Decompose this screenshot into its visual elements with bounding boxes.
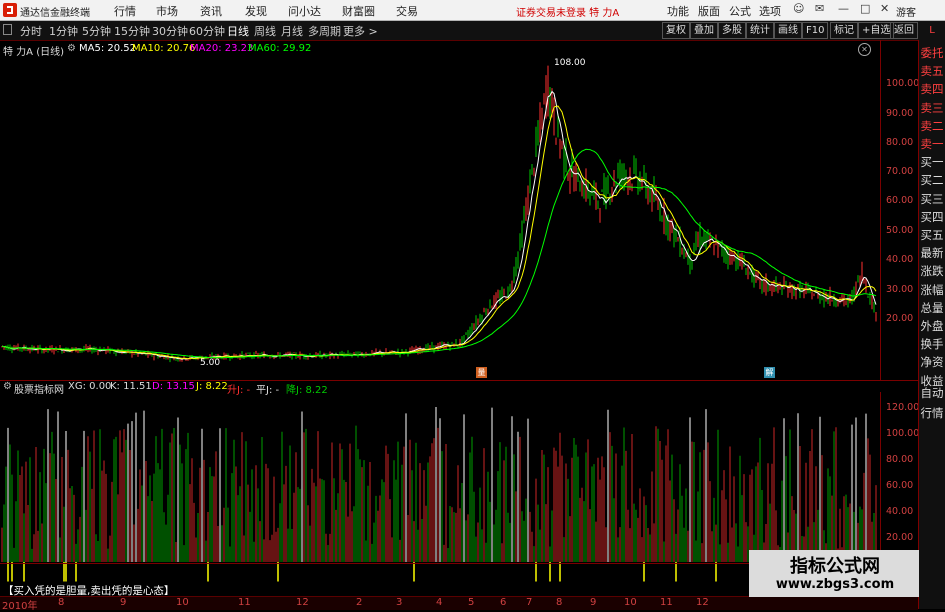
time-label: 12 [696, 597, 709, 608]
low-price-label: 5.00 [200, 358, 221, 368]
time-label: 2010年 [2, 601, 38, 612]
indicator-up-j: 升J: - [227, 385, 251, 396]
time-label: 7 [526, 597, 533, 608]
indicator-xg: XG: 0.00 [68, 381, 112, 392]
indicator-axis-label: 100.00 [886, 428, 920, 439]
panel-item-ask3[interactable]: 卖三 [919, 99, 945, 117]
panel-item-ask2[interactable]: 卖二 [919, 117, 945, 135]
panel-item-quote[interactable]: 行情 [919, 404, 945, 422]
time-label: 5 [468, 597, 475, 608]
time-label: 8 [58, 597, 65, 608]
price-axis-label: 40.00 [886, 254, 914, 265]
panel-item-bid2[interactable]: 买二 [919, 171, 945, 189]
time-label: 10 [176, 597, 189, 608]
time-label: 8 [556, 597, 563, 608]
indicator-d: D: 13.15 [152, 381, 195, 392]
panel-item-bid1[interactable]: 买一 [919, 153, 945, 171]
watermark-title: 指标公式网 [790, 556, 880, 577]
time-label: 2 [356, 597, 363, 608]
panel-item-change-pct[interactable]: 涨幅 [919, 281, 945, 299]
price-chart[interactable] [0, 0, 945, 609]
time-label: 6 [500, 597, 507, 608]
time-axis [0, 596, 918, 610]
time-label: 12 [296, 597, 309, 608]
watermark-url: www.zbgs3.com [775, 577, 895, 592]
price-axis-label: 70.00 [886, 166, 914, 177]
panel-item-auto[interactable]: 自动 [919, 384, 945, 402]
indicator-axis-label: 80.00 [886, 454, 914, 465]
price-axis-label: 60.00 [886, 195, 914, 206]
ma60-line [1, 148, 877, 359]
indicator-bottom-line [0, 563, 880, 564]
panel-item-bid4[interactable]: 买四 [919, 208, 945, 226]
price-axis-label: 30.00 [886, 284, 914, 295]
panel-item-ask1[interactable]: 卖一 [919, 135, 945, 153]
time-label: 9 [120, 597, 127, 608]
time-label: 10 [624, 597, 637, 608]
panel-item-net-assets[interactable]: 净资 [919, 353, 945, 371]
time-label: 3 [396, 597, 403, 608]
panel-item-ask5[interactable]: 卖五 [919, 62, 945, 80]
panel-item-outer-volume[interactable]: 外盘 [919, 317, 945, 335]
panel-level-indicator[interactable]: L [919, 24, 945, 38]
ma5-line [1, 90, 877, 360]
panel-item-ask4[interactable]: 卖四 [919, 80, 945, 98]
indicator-flat-j: 平J: - [256, 385, 280, 396]
indicator-axis-label: 20.00 [886, 532, 914, 543]
panel-item-bid5[interactable]: 买五 [919, 226, 945, 244]
peak-price-label: 108.00 [554, 58, 586, 68]
price-axis-label: 100.00 [886, 78, 920, 89]
indicator-gear-icon[interactable]: ⚙ [3, 381, 12, 392]
indicator-axis-label: 60.00 [886, 480, 914, 491]
panel-item-change[interactable]: 涨跌 [919, 262, 945, 280]
price-axis-label: 50.00 [886, 225, 914, 236]
price-axis-label: 90.00 [886, 108, 914, 119]
ma10-line [1, 105, 877, 360]
price-axis-label: 20.00 [886, 313, 914, 324]
time-label: 11 [660, 597, 673, 608]
panel-item-bid3[interactable]: 买三 [919, 190, 945, 208]
indicator-j: J: 8.22 [196, 381, 228, 392]
panel-item-entrust[interactable]: 委托 [919, 44, 945, 62]
indicator-k: K: 11.51 [110, 381, 152, 392]
indicator-axis-label: 120.00 [886, 402, 920, 413]
price-axis-line [880, 40, 881, 380]
time-label: 11 [238, 597, 251, 608]
panel-item-turnover[interactable]: 换手 [919, 335, 945, 353]
indicator-axis-label: 40.00 [886, 506, 914, 517]
price-axis-label: 80.00 [886, 137, 914, 148]
event-marker[interactable]: 量 [476, 367, 487, 378]
indicator-name[interactable]: 股票指标网 [14, 381, 64, 396]
panel-item-last[interactable]: 最新 [919, 244, 945, 262]
time-label: 4 [436, 597, 443, 608]
time-label: 9 [590, 597, 597, 608]
panel-item-volume[interactable]: 总量 [919, 299, 945, 317]
indicator-axis-line [880, 392, 881, 562]
indicator-down-j: 降J: 8.22 [286, 385, 328, 396]
event-marker[interactable]: 解 [764, 367, 775, 378]
